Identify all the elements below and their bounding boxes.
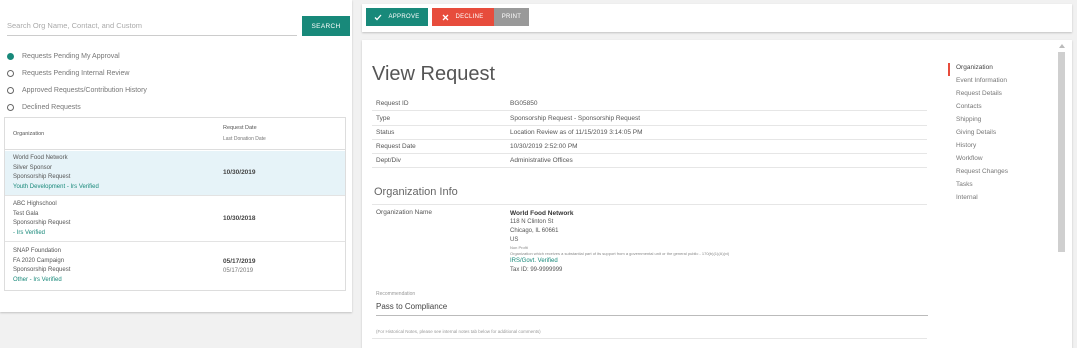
row-event: Test Gala bbox=[13, 210, 39, 217]
detail-value: BG05850 bbox=[510, 100, 538, 107]
table-row[interactable]: SNAP Foundation FA 2020 Campaign Sponsor… bbox=[5, 243, 345, 291]
print-button[interactable]: PRINT bbox=[494, 8, 529, 26]
detail-value: Location Review as of 11/15/2019 3:14:05… bbox=[510, 129, 643, 136]
decline-button[interactable]: DECLINE bbox=[432, 8, 494, 26]
filter-approved-history[interactable]: Approved Requests/Contribution History bbox=[7, 84, 147, 96]
org-verified-link[interactable]: IRS/Govt. Verified bbox=[510, 257, 729, 266]
column-header-last-donation[interactable]: Last Donation Date bbox=[223, 136, 266, 142]
detail-value: 10/30/2019 2:52:00 PM bbox=[510, 143, 578, 150]
row-org-name: World Food Network bbox=[13, 155, 68, 161]
detail-key: Status bbox=[376, 129, 395, 136]
divider bbox=[372, 338, 927, 339]
row-last-donation-date: 05/17/2019 bbox=[223, 268, 254, 274]
org-city: Chicago, IL 60661 bbox=[510, 228, 559, 234]
table-header: Organization Request Date Last Donation … bbox=[5, 118, 345, 150]
print-label: PRINT bbox=[501, 14, 522, 20]
row-org-name: ABC Highschool bbox=[13, 201, 57, 207]
radio-icon[interactable] bbox=[7, 103, 14, 111]
column-header-request-date[interactable]: Request Date bbox=[223, 125, 257, 131]
approve-label: APPROVE bbox=[388, 14, 420, 20]
org-street: 118 N Clinton St bbox=[510, 219, 554, 225]
recommendation-label: Recommendation bbox=[376, 291, 416, 297]
view-request-card: View Request Request ID BG05850 Type Spo… bbox=[362, 40, 1072, 348]
approve-button[interactable]: APPROVE bbox=[366, 8, 428, 26]
filter-label: Requests Pending My Approval bbox=[22, 52, 120, 60]
nav-tasks[interactable]: Tasks bbox=[948, 180, 1018, 193]
nav-shipping[interactable]: Shipping bbox=[948, 115, 1018, 128]
search-button[interactable]: SEARCH bbox=[302, 16, 350, 36]
filter-label: Approved Requests/Contribution History bbox=[22, 86, 147, 94]
table-row[interactable]: World Food Network Silver Sponsor Sponso… bbox=[5, 151, 345, 196]
row-org-name: SNAP Foundation bbox=[13, 248, 61, 254]
row-request-date: 10/30/2018 bbox=[223, 215, 256, 222]
scroll-up-arrow-icon[interactable] bbox=[1059, 44, 1065, 48]
org-info-block: Organization Name World Food Network 118… bbox=[372, 204, 927, 284]
page-title: View Request bbox=[372, 63, 496, 85]
detail-value: Sponsorship Request - Sponsorship Reques… bbox=[510, 115, 641, 122]
row-type: Sponsorship Request bbox=[13, 220, 71, 226]
row-event: FA 2020 Campaign bbox=[13, 257, 65, 264]
check-icon bbox=[374, 14, 382, 20]
org-name: World Food Network bbox=[510, 210, 574, 217]
detail-row-request-date: Request Date 10/30/2019 2:52:00 PM bbox=[372, 139, 927, 154]
search-bar: SEARCH bbox=[7, 16, 350, 38]
search-input[interactable] bbox=[7, 16, 297, 36]
nav-history[interactable]: History bbox=[948, 141, 1018, 154]
detail-row-type: Type Sponsorship Request - Sponsorship R… bbox=[372, 111, 927, 126]
scrollbar[interactable] bbox=[1058, 44, 1065, 344]
section-nav: Organization Event Information Request D… bbox=[948, 63, 1018, 206]
nav-organization[interactable]: Organization bbox=[948, 63, 1018, 76]
row-status: Youth Development - Irs Verified bbox=[13, 183, 99, 190]
column-header-organization[interactable]: Organization bbox=[13, 131, 44, 137]
row-request-date: 10/30/2019 bbox=[223, 169, 256, 176]
radio-selected-icon[interactable] bbox=[7, 52, 14, 60]
nav-request-details[interactable]: Request Details bbox=[948, 89, 1018, 102]
row-request-date: 05/17/2019 bbox=[223, 258, 256, 265]
historical-notes-text: (For Historical Notes, please see intern… bbox=[376, 329, 541, 334]
nav-contacts[interactable]: Contacts bbox=[948, 102, 1018, 115]
row-event: Silver Sponsor bbox=[13, 164, 53, 171]
detail-row-request-id: Request ID BG05850 bbox=[372, 96, 927, 111]
table-row[interactable]: ABC Highschool Test Gala Sponsorship Req… bbox=[5, 197, 345, 242]
detail-row-status: Status Location Review as of 11/15/2019 … bbox=[372, 125, 927, 140]
filter-pending-my-approval[interactable]: Requests Pending My Approval bbox=[7, 50, 120, 62]
org-name-label: Organization Name bbox=[376, 209, 432, 216]
filter-declined[interactable]: Declined Requests bbox=[7, 101, 81, 113]
nav-workflow[interactable]: Workflow bbox=[948, 154, 1018, 167]
detail-key: Dept/Div bbox=[376, 157, 401, 164]
action-toolbar: APPROVE DECLINE PRINT bbox=[362, 4, 1072, 32]
nav-giving-details[interactable]: Giving Details bbox=[948, 128, 1018, 141]
row-type: Sponsorship Request bbox=[13, 174, 71, 180]
radio-icon[interactable] bbox=[7, 86, 14, 94]
detail-key: Request ID bbox=[376, 100, 409, 107]
request-table: Organization Request Date Last Donation … bbox=[4, 117, 346, 291]
org-country: US bbox=[510, 237, 519, 243]
filter-pending-internal-review[interactable]: Requests Pending Internal Review bbox=[7, 67, 129, 79]
detail-key: Request Date bbox=[376, 143, 416, 150]
row-type: Sponsorship Request bbox=[13, 267, 71, 273]
row-status: - Irs Verified bbox=[13, 229, 46, 236]
detail-value: Administrative Offices bbox=[510, 157, 573, 164]
filter-label: Requests Pending Internal Review bbox=[22, 69, 130, 77]
detail-row-dept: Dept/Div Administrative Offices bbox=[372, 153, 927, 168]
detail-key: Type bbox=[376, 115, 391, 122]
scrollbar-thumb[interactable] bbox=[1058, 52, 1065, 252]
nav-event-information[interactable]: Event Information bbox=[948, 76, 1018, 89]
decline-label: DECLINE bbox=[455, 14, 484, 20]
org-details: World Food Network 118 N Clinton St Chic… bbox=[510, 209, 729, 275]
nav-request-changes[interactable]: Request Changes bbox=[948, 167, 1018, 180]
nav-internal[interactable]: Internal bbox=[948, 193, 1018, 206]
row-status: Other - Irs Verified bbox=[13, 276, 62, 283]
radio-icon[interactable] bbox=[7, 69, 14, 77]
request-list-panel: SEARCH Requests Pending My Approval Requ… bbox=[0, 0, 352, 312]
close-icon bbox=[442, 14, 449, 20]
recommendation-field[interactable]: Pass to Compliance bbox=[376, 302, 928, 316]
org-tax-id: Tax ID: 99-9999999 bbox=[510, 267, 563, 273]
filter-label: Declined Requests bbox=[22, 103, 81, 111]
section-title-org-info: Organization Info bbox=[374, 186, 458, 198]
